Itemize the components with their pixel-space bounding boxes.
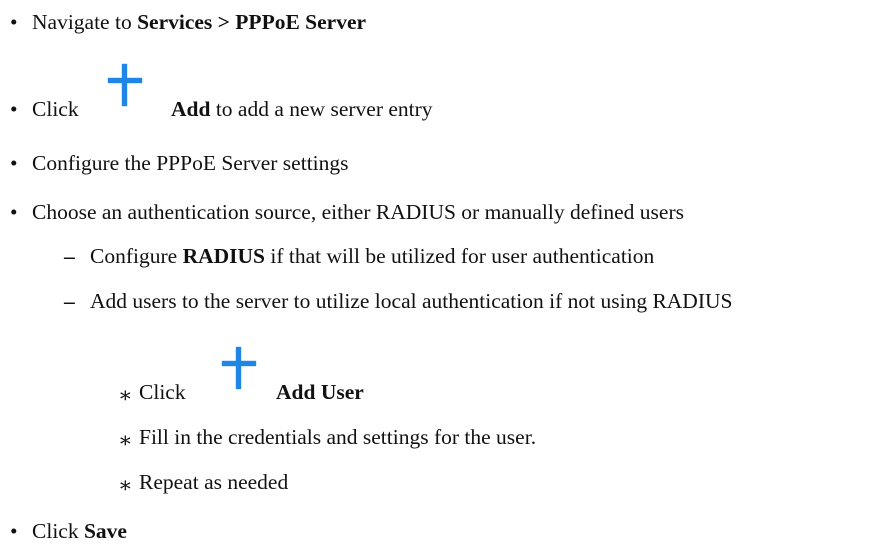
add-user-label: Add User — [276, 380, 364, 404]
step-text: to add a new server entry — [210, 97, 433, 121]
save-label: Save — [83, 519, 127, 543]
bullet: • — [10, 10, 18, 34]
asterisk-bullet: ∗ — [118, 473, 133, 497]
step-text: Navigate to — [32, 10, 138, 34]
step-text: Add users to the server to utilize local… — [90, 289, 733, 313]
radius-label: RADIUS — [182, 244, 265, 268]
bullet: • — [10, 151, 18, 175]
bullet: • — [10, 200, 18, 224]
add-label: Add — [171, 97, 211, 121]
plus-icon — [108, 64, 142, 106]
bullet: • — [10, 97, 18, 121]
dash-bullet: – — [64, 244, 75, 268]
bullet: • — [10, 519, 18, 543]
asterisk-bullet: ∗ — [118, 383, 133, 407]
step-text: Configure — [90, 244, 183, 268]
step-text: Click — [32, 519, 84, 543]
dash-bullet: – — [64, 289, 75, 313]
asterisk-bullet: ∗ — [118, 428, 133, 452]
plus-icon — [222, 347, 256, 389]
step-text: Click — [139, 380, 186, 404]
menu-path: Services > PPPoE Server — [137, 10, 367, 34]
step-text: Configure the PPPoE Server settings — [32, 151, 349, 175]
step-text: Click — [32, 97, 79, 121]
step-text: Repeat as needed — [139, 470, 289, 494]
step-text: Fill in the credentials and settings for… — [139, 425, 537, 449]
step-text: Choose an authentication source, either … — [32, 200, 684, 224]
step-text: if that will be utilized for user authen… — [265, 244, 655, 268]
